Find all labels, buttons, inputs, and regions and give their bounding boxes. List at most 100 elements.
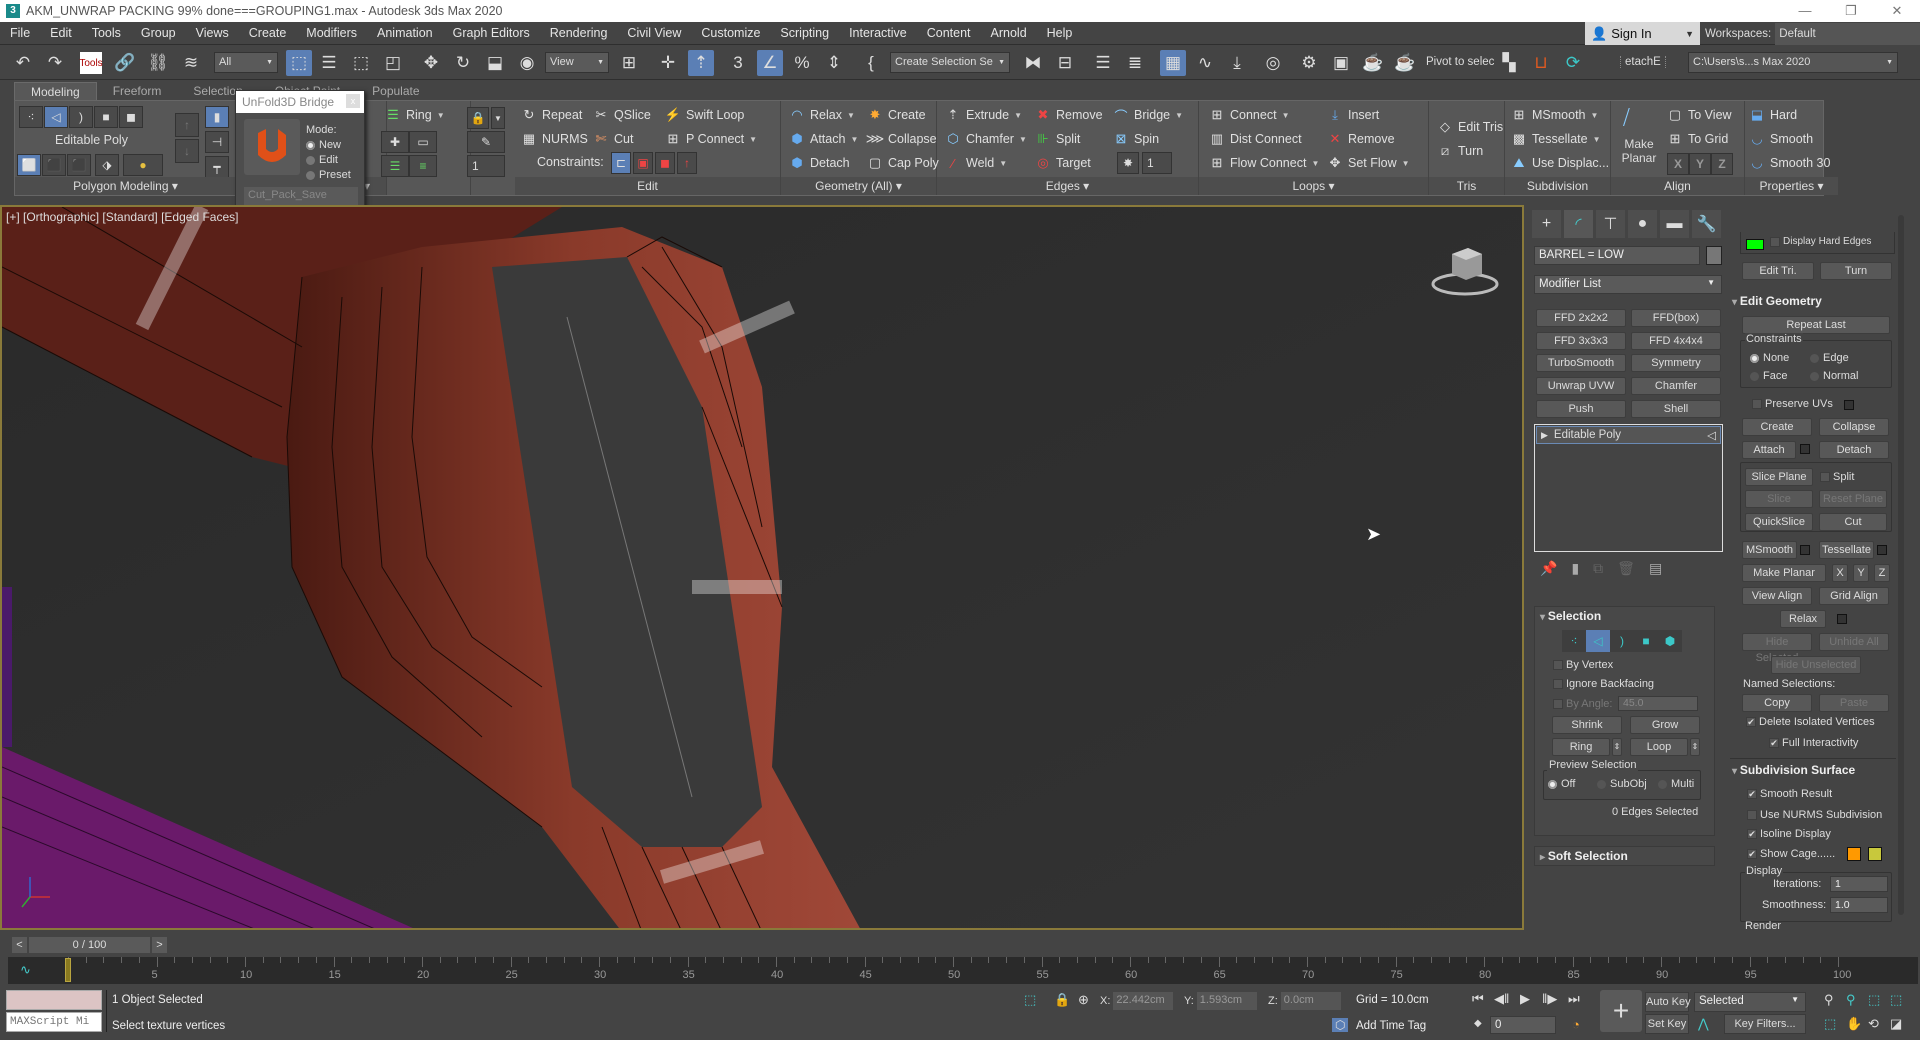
ring-mode-icon[interactable]: ☰ — [381, 155, 409, 177]
utilities-tab-icon[interactable]: 🔧 — [1692, 210, 1721, 238]
edge-spinner[interactable]: 1 — [1142, 152, 1172, 174]
nurms-button[interactable]: ▦ NURMS — [521, 131, 588, 147]
menu-arnold[interactable]: Arnold — [981, 26, 1037, 40]
paste-button[interactable]: Paste — [1819, 694, 1889, 712]
absolute-mode-icon[interactable]: ⊕ — [1078, 992, 1089, 1008]
collapse-button[interactable]: ⋙ Collapse — [866, 131, 937, 147]
restore-button[interactable]: ❐ — [1828, 0, 1874, 22]
modify-tab-icon[interactable]: ◜ — [1564, 210, 1593, 238]
constraint-normal-radio[interactable]: Normal — [1810, 370, 1858, 382]
scene-explorer-icon[interactable]: ☰ — [1090, 50, 1116, 76]
edit-tris-button[interactable]: ◇ Edit Tris — [1437, 119, 1503, 135]
tab-freeform[interactable]: Freeform — [97, 82, 178, 100]
preview-subobj-radio[interactable]: SubObj — [1597, 778, 1647, 790]
close-icon[interactable]: x — [346, 94, 360, 108]
angle-snap-icon[interactable]: ∠ — [757, 50, 783, 76]
repeat-last-button[interactable]: Repeat Last — [1742, 316, 1890, 334]
relax-button[interactable]: Relax — [1780, 610, 1826, 628]
align-z-button[interactable]: Z — [1711, 153, 1733, 175]
mod-ffd-3x3x3-button[interactable]: FFD 3x3x3 — [1536, 332, 1626, 350]
cage-color-2-swatch[interactable] — [1868, 847, 1882, 861]
edit-tri-button[interactable]: Edit Tri. — [1742, 262, 1814, 280]
tessellate-settings-icon[interactable] — [1877, 545, 1887, 555]
scale-icon[interactable]: ⬓ — [482, 50, 508, 76]
create-button[interactable]: Create — [1742, 418, 1812, 436]
next-frame-icon[interactable]: ‖▶ — [1542, 991, 1557, 1007]
redo-icon[interactable]: ↷ — [42, 50, 68, 76]
object-color-swatch[interactable] — [1706, 246, 1722, 265]
set-key-big-icon[interactable]: + — [1600, 990, 1642, 1032]
menu-views[interactable]: Views — [186, 26, 239, 40]
viewcube[interactable] — [1430, 240, 1500, 303]
expand-icon[interactable]: ▶ — [1541, 430, 1548, 441]
group-label[interactable]: Geometry (All) ▾ — [781, 177, 936, 195]
cut-button[interactable]: Cut — [1819, 513, 1887, 531]
p-connect-button[interactable]: ⊞ P Connect ▼ — [665, 131, 758, 147]
mod-turbosmooth-button[interactable]: TurboSmooth — [1536, 354, 1626, 372]
go-to-start-icon[interactable]: ⏮ — [1472, 991, 1484, 1007]
view-align-button[interactable]: View Align — [1742, 587, 1812, 605]
curve-editor-mini-icon[interactable]: ∿ — [20, 962, 31, 978]
border-mode-icon[interactable]: ) — [69, 106, 93, 128]
attach-settings-icon[interactable] — [1800, 444, 1810, 454]
isoline-display-checkbox[interactable]: ✔ Isoline Display — [1747, 828, 1831, 840]
menu-graph-editors[interactable]: Graph Editors — [443, 26, 540, 40]
default-tangents-icon[interactable]: ⋀ — [1698, 1016, 1709, 1032]
to-view-button[interactable]: ▢ To View — [1667, 107, 1732, 123]
split-checkbox[interactable]: Split — [1820, 471, 1854, 483]
zoom-all-icon[interactable]: ⚲ — [1846, 992, 1856, 1008]
link-icon[interactable]: 🔗 — [112, 50, 138, 76]
vertex-icon[interactable]: ⁖ — [1562, 630, 1586, 652]
motion-tab-icon[interactable]: ● — [1628, 210, 1657, 238]
grow-button[interactable]: Grow — [1630, 716, 1700, 734]
hierarchy-tab-icon[interactable]: ⊤ — [1596, 210, 1625, 238]
make-planar-icon[interactable]: ⧸ — [1623, 107, 1630, 130]
object-name-field[interactable]: BARREL = LOW — [1534, 246, 1700, 265]
selection-filter-select[interactable]: All — [214, 52, 278, 73]
unfold3d-logo[interactable] — [244, 119, 300, 175]
grid-tool-icon[interactable]: ▚ — [1496, 50, 1522, 76]
loop-mode-icon[interactable]: ≡ — [409, 155, 437, 177]
full-interactivity-checkbox[interactable]: ✔ Full Interactivity — [1769, 737, 1858, 749]
planar-y-button[interactable]: Y — [1853, 564, 1869, 582]
maxscript-mini-listener[interactable]: MAXScript Mi — [6, 1012, 102, 1032]
time-cursor[interactable] — [65, 958, 71, 982]
zoom-icon[interactable]: ⚲ — [1824, 992, 1834, 1008]
mod-chamfer-button[interactable]: Chamfer — [1631, 377, 1721, 395]
mode-edit-radio[interactable]: Edit — [306, 153, 351, 168]
go-to-end-icon[interactable]: ⏭ — [1568, 991, 1580, 1007]
frame-display[interactable]: 0 / 100 — [29, 937, 150, 953]
menu-tools[interactable]: Tools — [82, 26, 131, 40]
pivot-center-icon[interactable]: ⊞ — [616, 50, 642, 76]
chamfer-button[interactable]: ⬡ Chamfer ▼ — [945, 131, 1027, 147]
mod-ffd-2x2x2-button[interactable]: FFD 2x2x2 — [1536, 309, 1626, 327]
constraint-normal-icon[interactable]: ↑ — [677, 152, 697, 174]
set-key-button[interactable]: Set Key — [1645, 1014, 1689, 1034]
menu-animation[interactable]: Animation — [367, 26, 443, 40]
split-button[interactable]: ⊪ Split — [1035, 131, 1080, 147]
collapse-stack-icon[interactable]: ┯ — [205, 156, 229, 178]
constraint-edge-radio[interactable]: Edge — [1810, 352, 1849, 364]
ring-spinner[interactable]: ⇕ — [1612, 738, 1622, 756]
reset-plane-button[interactable]: Reset Plane — [1819, 490, 1887, 508]
smooth-button[interactable]: ◡ Smooth — [1749, 131, 1813, 147]
tessellate-button[interactable]: Tessellate — [1819, 541, 1874, 559]
selection-rollout-title[interactable]: Selection — [1540, 609, 1601, 623]
group-label[interactable]: Loops ▾ — [1199, 177, 1428, 195]
mod-ffd-box-button[interactable]: FFD(box) — [1631, 309, 1721, 327]
ring-button[interactable]: ☰ Ring ▼ — [385, 107, 444, 123]
select-by-angle-icon[interactable]: ⬛ — [42, 154, 66, 176]
menu-content[interactable]: Content — [917, 26, 981, 40]
turn-button[interactable]: ⧄ Turn — [1437, 143, 1483, 159]
make-planar-button[interactable]: Make Planar — [1742, 564, 1826, 582]
menu-customize[interactable]: Customize — [691, 26, 770, 40]
polygon-icon[interactable]: ■ — [1634, 630, 1658, 652]
preview-multi-radio[interactable]: Multi — [1658, 778, 1694, 790]
msmooth-button[interactable]: ⊞ MSmooth ▼ — [1511, 107, 1599, 123]
menu-modifiers[interactable]: Modifiers — [296, 26, 367, 40]
group-label[interactable]: Edges ▾ — [937, 177, 1198, 195]
target-weld-button[interactable]: ◎ Target — [1035, 155, 1090, 171]
loop-button[interactable]: Loop — [1630, 738, 1688, 756]
quickslice-button[interactable]: QuickSlice — [1745, 513, 1813, 531]
named-selection-set-select[interactable]: Create Selection Se — [890, 52, 1010, 73]
